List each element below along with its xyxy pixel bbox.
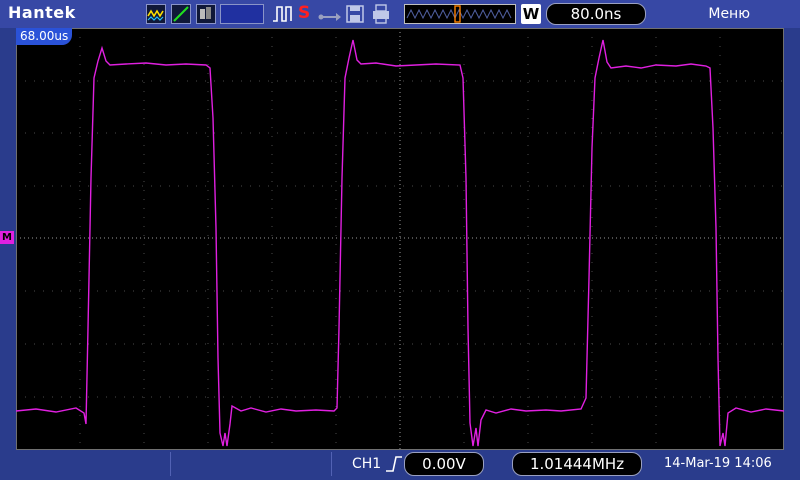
channel-indicator-box	[220, 4, 264, 24]
waveform-display	[15, 28, 785, 450]
channel-label[interactable]: CH1	[352, 456, 381, 472]
channel-level-marker[interactable]: M	[0, 231, 14, 244]
xy-mode-icon[interactable]	[171, 4, 191, 24]
rising-edge-icon[interactable]	[384, 454, 404, 478]
graticule-grid	[16, 28, 784, 450]
memory-overview-bar[interactable]	[404, 4, 516, 24]
trigger-level-display[interactable]: 0.00V	[404, 452, 484, 476]
top-status-bar	[0, 0, 800, 28]
brand-logo: Hantek	[8, 3, 76, 22]
status-cell-empty	[170, 452, 332, 476]
center-axes	[16, 28, 784, 450]
timebase-display[interactable]: 80.0ns	[546, 3, 646, 25]
print-icon[interactable]	[372, 4, 390, 28]
zoom-window-button[interactable]: W	[521, 4, 541, 24]
trigger-time-offset[interactable]: 68.00us	[16, 28, 73, 45]
persistence-icon[interactable]	[196, 4, 216, 24]
date-time-display: 14-Mar-19 14:06	[664, 456, 772, 471]
menu-button[interactable]: Меню	[708, 6, 750, 22]
save-icon[interactable]	[346, 4, 364, 28]
waveform-mode-icon[interactable]	[146, 4, 166, 24]
acquisition-status-icon: S	[298, 3, 311, 23]
frequency-counter-display: 1.01444MHz	[512, 452, 642, 476]
trigger-edge-icon[interactable]	[272, 4, 294, 28]
usb-icon	[318, 8, 342, 27]
